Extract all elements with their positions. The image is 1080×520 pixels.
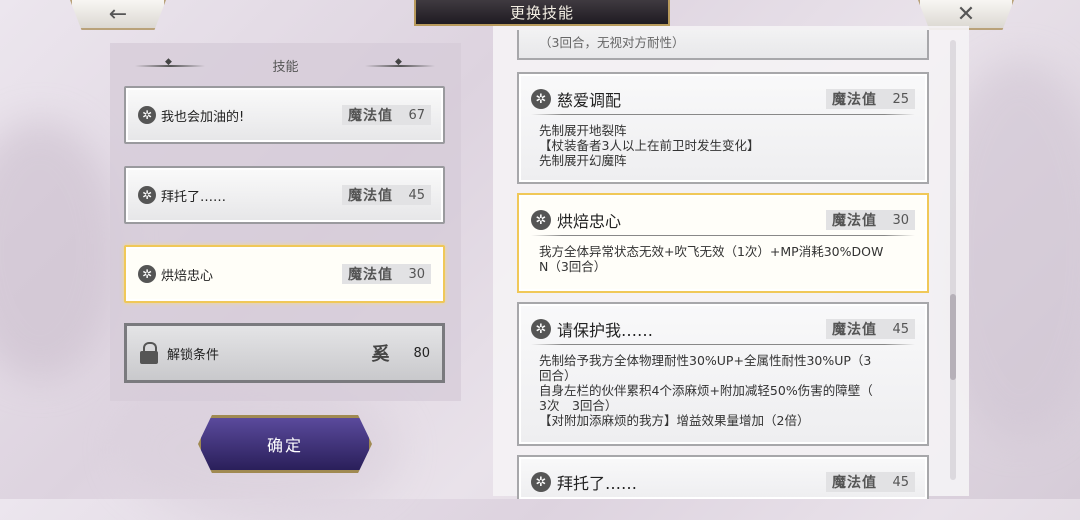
mp-label: 魔法值 — [832, 213, 877, 229]
mp-cost-badge: 魔法值 30 — [342, 264, 431, 284]
lock-icon — [139, 342, 159, 364]
mp-label: 魔法值 — [348, 267, 393, 283]
ornament-right — [365, 57, 435, 67]
skill-card-selected[interactable]: ✲ 烘焙忠心 魔法值 30 我方全体异常状态无效+吹飞无效（1次）+MP消耗30… — [517, 193, 929, 293]
mp-cost-badge: 魔法值 25 — [826, 89, 915, 109]
card-desc: 我方全体异常状态无效+吹飞无效（1次）+MP消耗30%DOW N（3回合） — [539, 244, 884, 274]
locked-slot[interactable]: 解锁条件 奚 80 — [124, 323, 445, 383]
mp-label: 魔法值 — [832, 322, 877, 338]
scroll-track — [950, 40, 956, 480]
confirm-button[interactable]: 确定 — [198, 415, 372, 473]
card-desc: 先制展开地裂阵 【杖装备者3人以上在前卫时发生变化】 先制展开幻魔阵 — [539, 123, 760, 168]
back-button[interactable]: ← — [70, 0, 166, 30]
mp-cost-badge: 魔法值 45 — [826, 472, 915, 492]
skill-card[interactable]: ✲ 请保护我…… 魔法值 45 先制给予我方全体物理耐性30%UP+全属性耐性3… — [517, 302, 929, 446]
mp-cost-badge: 魔法值 45 — [826, 319, 915, 339]
skill-slot-3[interactable]: ✲ 烘焙忠心 魔法值 30 — [124, 245, 445, 303]
mp-value: 30 — [892, 212, 909, 228]
skill-card-partial-bottom[interactable]: ✲ 拜托了…… 魔法值 45 — [517, 455, 929, 499]
unlock-symbol: 奚 — [371, 344, 390, 365]
mp-label: 魔法值 — [832, 92, 877, 108]
gear-icon: ✲ — [138, 186, 156, 204]
mp-value: 45 — [408, 187, 425, 203]
card-desc: 先制给予我方全体物理耐性30%UP+全属性耐性30%UP（3 回合） 自身左栏的… — [539, 353, 873, 428]
gear-icon: ✲ — [138, 106, 156, 124]
gear-icon: ✲ — [138, 265, 156, 283]
gear-icon: ✲ — [531, 472, 551, 492]
mp-cost-badge: 魔法值 30 — [826, 210, 915, 230]
unlock-value: 80 — [413, 345, 430, 361]
skill-slot-name: 烘焙忠心 — [161, 268, 214, 284]
skill-slot-name: 我也会加油的! — [161, 109, 245, 125]
close-icon: ✕ — [956, 1, 976, 27]
gear-icon: ✲ — [531, 210, 551, 230]
card-name: 烘焙忠心 — [557, 212, 622, 231]
card-name: 拜托了…… — [557, 474, 638, 493]
scrollbar-thumb[interactable] — [950, 294, 956, 380]
card-desc: （3回合，无视对方耐性） — [539, 35, 685, 50]
skill-card-partial-top[interactable]: （3回合，无视对方耐性） — [517, 30, 929, 60]
mp-value: 30 — [408, 266, 425, 282]
skill-slot-name: 拜托了…… — [161, 189, 227, 205]
unlock-condition-label: 解锁条件 — [167, 347, 220, 363]
skill-slot-2[interactable]: ✲ 拜托了…… 魔法值 45 — [124, 166, 445, 224]
skill-card[interactable]: ✲ 慈爱调配 魔法值 25 先制展开地裂阵 【杖装备者3人以上在前卫时发生变化】… — [517, 72, 929, 184]
confirm-label: 确定 — [266, 436, 303, 455]
mp-value: 45 — [892, 474, 909, 490]
page-title-text: 更换技能 — [509, 3, 574, 22]
gear-icon: ✲ — [531, 319, 551, 339]
back-arrow-icon: ← — [108, 1, 128, 27]
mp-label: 魔法值 — [348, 108, 393, 124]
mp-label: 魔法值 — [832, 475, 877, 491]
card-name: 慈爱调配 — [557, 91, 622, 110]
mp-cost-badge: 魔法值 67 — [342, 105, 431, 125]
skill-slot-1[interactable]: ✲ 我也会加油的! 魔法值 67 — [124, 86, 445, 144]
gear-icon: ✲ — [531, 89, 551, 109]
mp-value: 45 — [892, 321, 909, 337]
mp-value: 67 — [408, 107, 425, 123]
card-name: 请保护我…… — [557, 321, 654, 340]
mp-value: 25 — [892, 91, 909, 107]
page-title: 更换技能 — [414, 0, 670, 26]
mp-label: 魔法值 — [348, 188, 393, 204]
mp-cost-badge: 魔法值 45 — [342, 185, 431, 205]
